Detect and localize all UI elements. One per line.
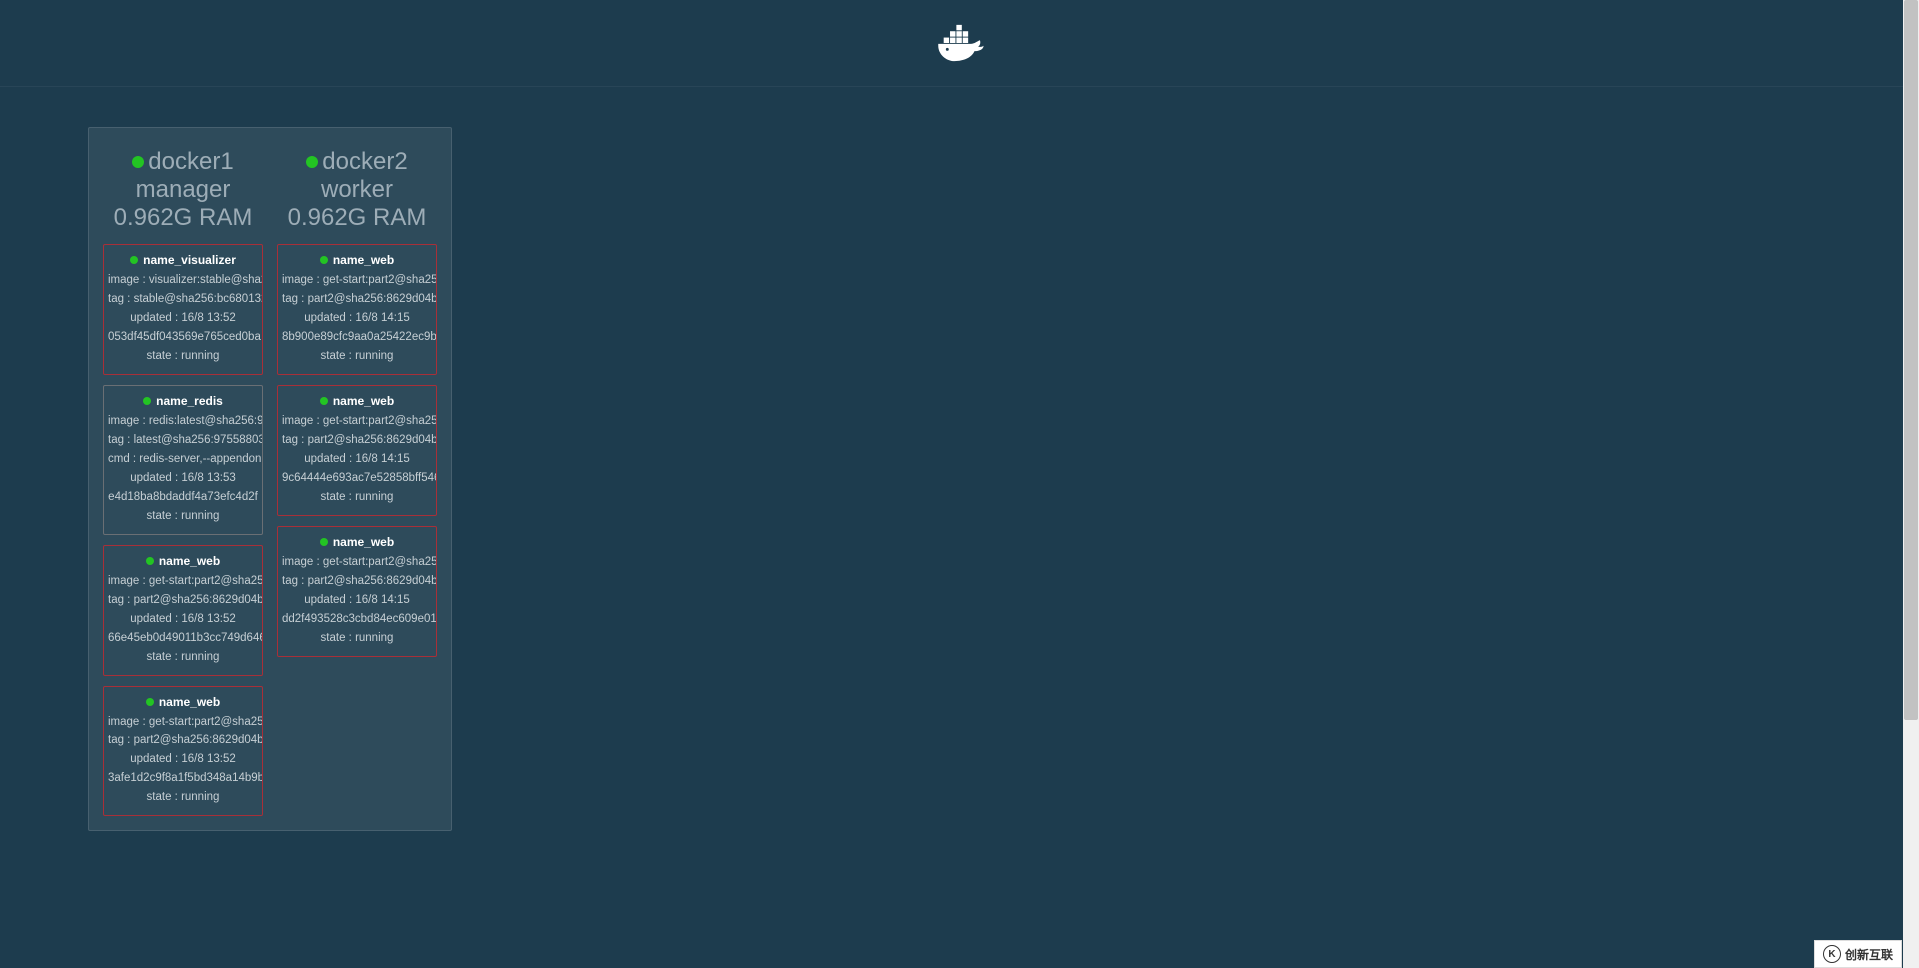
service-detail-line: updated : 16/8 14:15 xyxy=(278,450,436,469)
service-detail-line: state : running xyxy=(278,347,436,366)
status-dot-icon xyxy=(146,698,154,706)
node-column-docker1: docker1 manager 0.962G RAM name_visualiz… xyxy=(103,142,263,816)
service-detail-line: image : get-start:part2@sha25 xyxy=(104,572,262,591)
status-dot-icon xyxy=(143,397,151,405)
watermark-text: 创新互联 xyxy=(1845,946,1893,963)
node-name: docker2 xyxy=(322,148,407,176)
service-detail-line: updated : 16/8 13:53 xyxy=(104,469,262,488)
service-detail-line: image : get-start:part2@sha25 xyxy=(104,713,262,732)
service-detail-line: 053df45df043569e765ced0ba xyxy=(104,328,262,347)
service-title: name_web xyxy=(333,535,394,549)
service-detail-line: image : get-start:part2@sha25 xyxy=(278,412,436,431)
service-detail-line: tag : latest@sha256:97558803 xyxy=(104,431,262,450)
service-list: name_webimage : get-start:part2@sha25tag… xyxy=(277,244,437,657)
service-detail-line: state : running xyxy=(278,629,436,648)
service-detail-line: e4d18ba8bdaddf4a73efc4d2f xyxy=(104,488,262,507)
service-detail-line: tag : part2@sha256:8629d04b xyxy=(278,290,436,309)
service-card[interactable]: name_webimage : get-start:part2@sha25tag… xyxy=(277,244,437,375)
service-detail-line: tag : part2@sha256:8629d04b xyxy=(278,431,436,450)
nodes-panel: docker1 manager 0.962G RAM name_visualiz… xyxy=(88,127,452,831)
status-dot-icon xyxy=(320,256,328,264)
service-title: name_web xyxy=(159,554,220,568)
node-ram: 0.962G RAM xyxy=(103,204,263,232)
service-title: name_visualizer xyxy=(143,253,236,267)
service-title: name_web xyxy=(159,695,220,709)
node-header: docker2 worker 0.962G RAM xyxy=(277,142,437,244)
watermark-badge: K 创新互联 xyxy=(1814,940,1902,968)
service-detail-line: updated : 16/8 14:15 xyxy=(278,591,436,610)
service-detail-line: image : visualizer:stable@sha2 xyxy=(104,271,262,290)
service-detail-line: state : running xyxy=(104,347,262,366)
service-detail-line: state : running xyxy=(104,788,262,807)
status-dot-icon xyxy=(130,256,138,264)
service-detail-line: image : get-start:part2@sha25 xyxy=(278,553,436,572)
service-detail-line: tag : part2@sha256:8629d04b xyxy=(278,572,436,591)
service-detail-line: cmd : redis-server,--appendon xyxy=(104,450,262,469)
service-card[interactable]: name_redisimage : redis:latest@sha256:9t… xyxy=(103,385,263,535)
node-name: docker1 xyxy=(148,148,233,176)
scrollbar-thumb[interactable] xyxy=(1904,0,1918,720)
service-detail-line: updated : 16/8 14:15 xyxy=(278,309,436,328)
node-column-docker2: docker2 worker 0.962G RAM name_webimage … xyxy=(277,142,437,816)
service-card[interactable]: name_visualizerimage : visualizer:stable… xyxy=(103,244,263,375)
service-detail-line: state : running xyxy=(278,488,436,507)
status-dot-icon xyxy=(306,156,318,168)
status-dot-icon xyxy=(320,397,328,405)
service-card[interactable]: name_webimage : get-start:part2@sha25tag… xyxy=(103,686,263,817)
service-detail-line: state : running xyxy=(104,507,262,526)
scrollbar-track[interactable] xyxy=(1903,0,1919,968)
node-header: docker1 manager 0.962G RAM xyxy=(103,142,263,244)
service-title: name_web xyxy=(333,253,394,267)
service-detail-line: image : redis:latest@sha256:9 xyxy=(104,412,262,431)
service-detail-line: image : get-start:part2@sha25 xyxy=(278,271,436,290)
watermark-logo-icon: K xyxy=(1823,945,1841,963)
service-card[interactable]: name_webimage : get-start:part2@sha25tag… xyxy=(277,385,437,516)
service-detail-line: 3afe1d2c9f8a1f5bd348a14b9b xyxy=(104,769,262,788)
node-role: worker xyxy=(277,176,437,204)
docker-whale-icon xyxy=(931,21,989,65)
service-title: name_redis xyxy=(156,394,223,408)
service-detail-line: updated : 16/8 13:52 xyxy=(104,750,262,769)
service-detail-line: tag : part2@sha256:8629d04b xyxy=(104,731,262,750)
service-detail-line: updated : 16/8 13:52 xyxy=(104,309,262,328)
service-detail-line: 8b900e89cfc9aa0a25422ec9b1 xyxy=(278,328,436,347)
status-dot-icon xyxy=(132,156,144,168)
service-detail-line: updated : 16/8 13:52 xyxy=(104,610,262,629)
service-detail-line: state : running xyxy=(104,648,262,667)
node-ram: 0.962G RAM xyxy=(277,204,437,232)
main-content: docker1 manager 0.962G RAM name_visualiz… xyxy=(0,87,1919,871)
service-detail-line: tag : part2@sha256:8629d04b xyxy=(104,591,262,610)
status-dot-icon xyxy=(146,557,154,565)
header xyxy=(0,0,1919,87)
service-detail-line: dd2f493528c3cbd84ec609e01 xyxy=(278,610,436,629)
node-role: manager xyxy=(103,176,263,204)
service-card[interactable]: name_webimage : get-start:part2@sha25tag… xyxy=(277,526,437,657)
service-detail-line: 66e45eb0d49011b3cc749d646 xyxy=(104,629,262,648)
service-list: name_visualizerimage : visualizer:stable… xyxy=(103,244,263,816)
status-dot-icon xyxy=(320,538,328,546)
service-detail-line: tag : stable@sha256:bc680132 xyxy=(104,290,262,309)
service-card[interactable]: name_webimage : get-start:part2@sha25tag… xyxy=(103,545,263,676)
service-detail-line: 9c64444e693ac7e52858bff546 xyxy=(278,469,436,488)
service-title: name_web xyxy=(333,394,394,408)
